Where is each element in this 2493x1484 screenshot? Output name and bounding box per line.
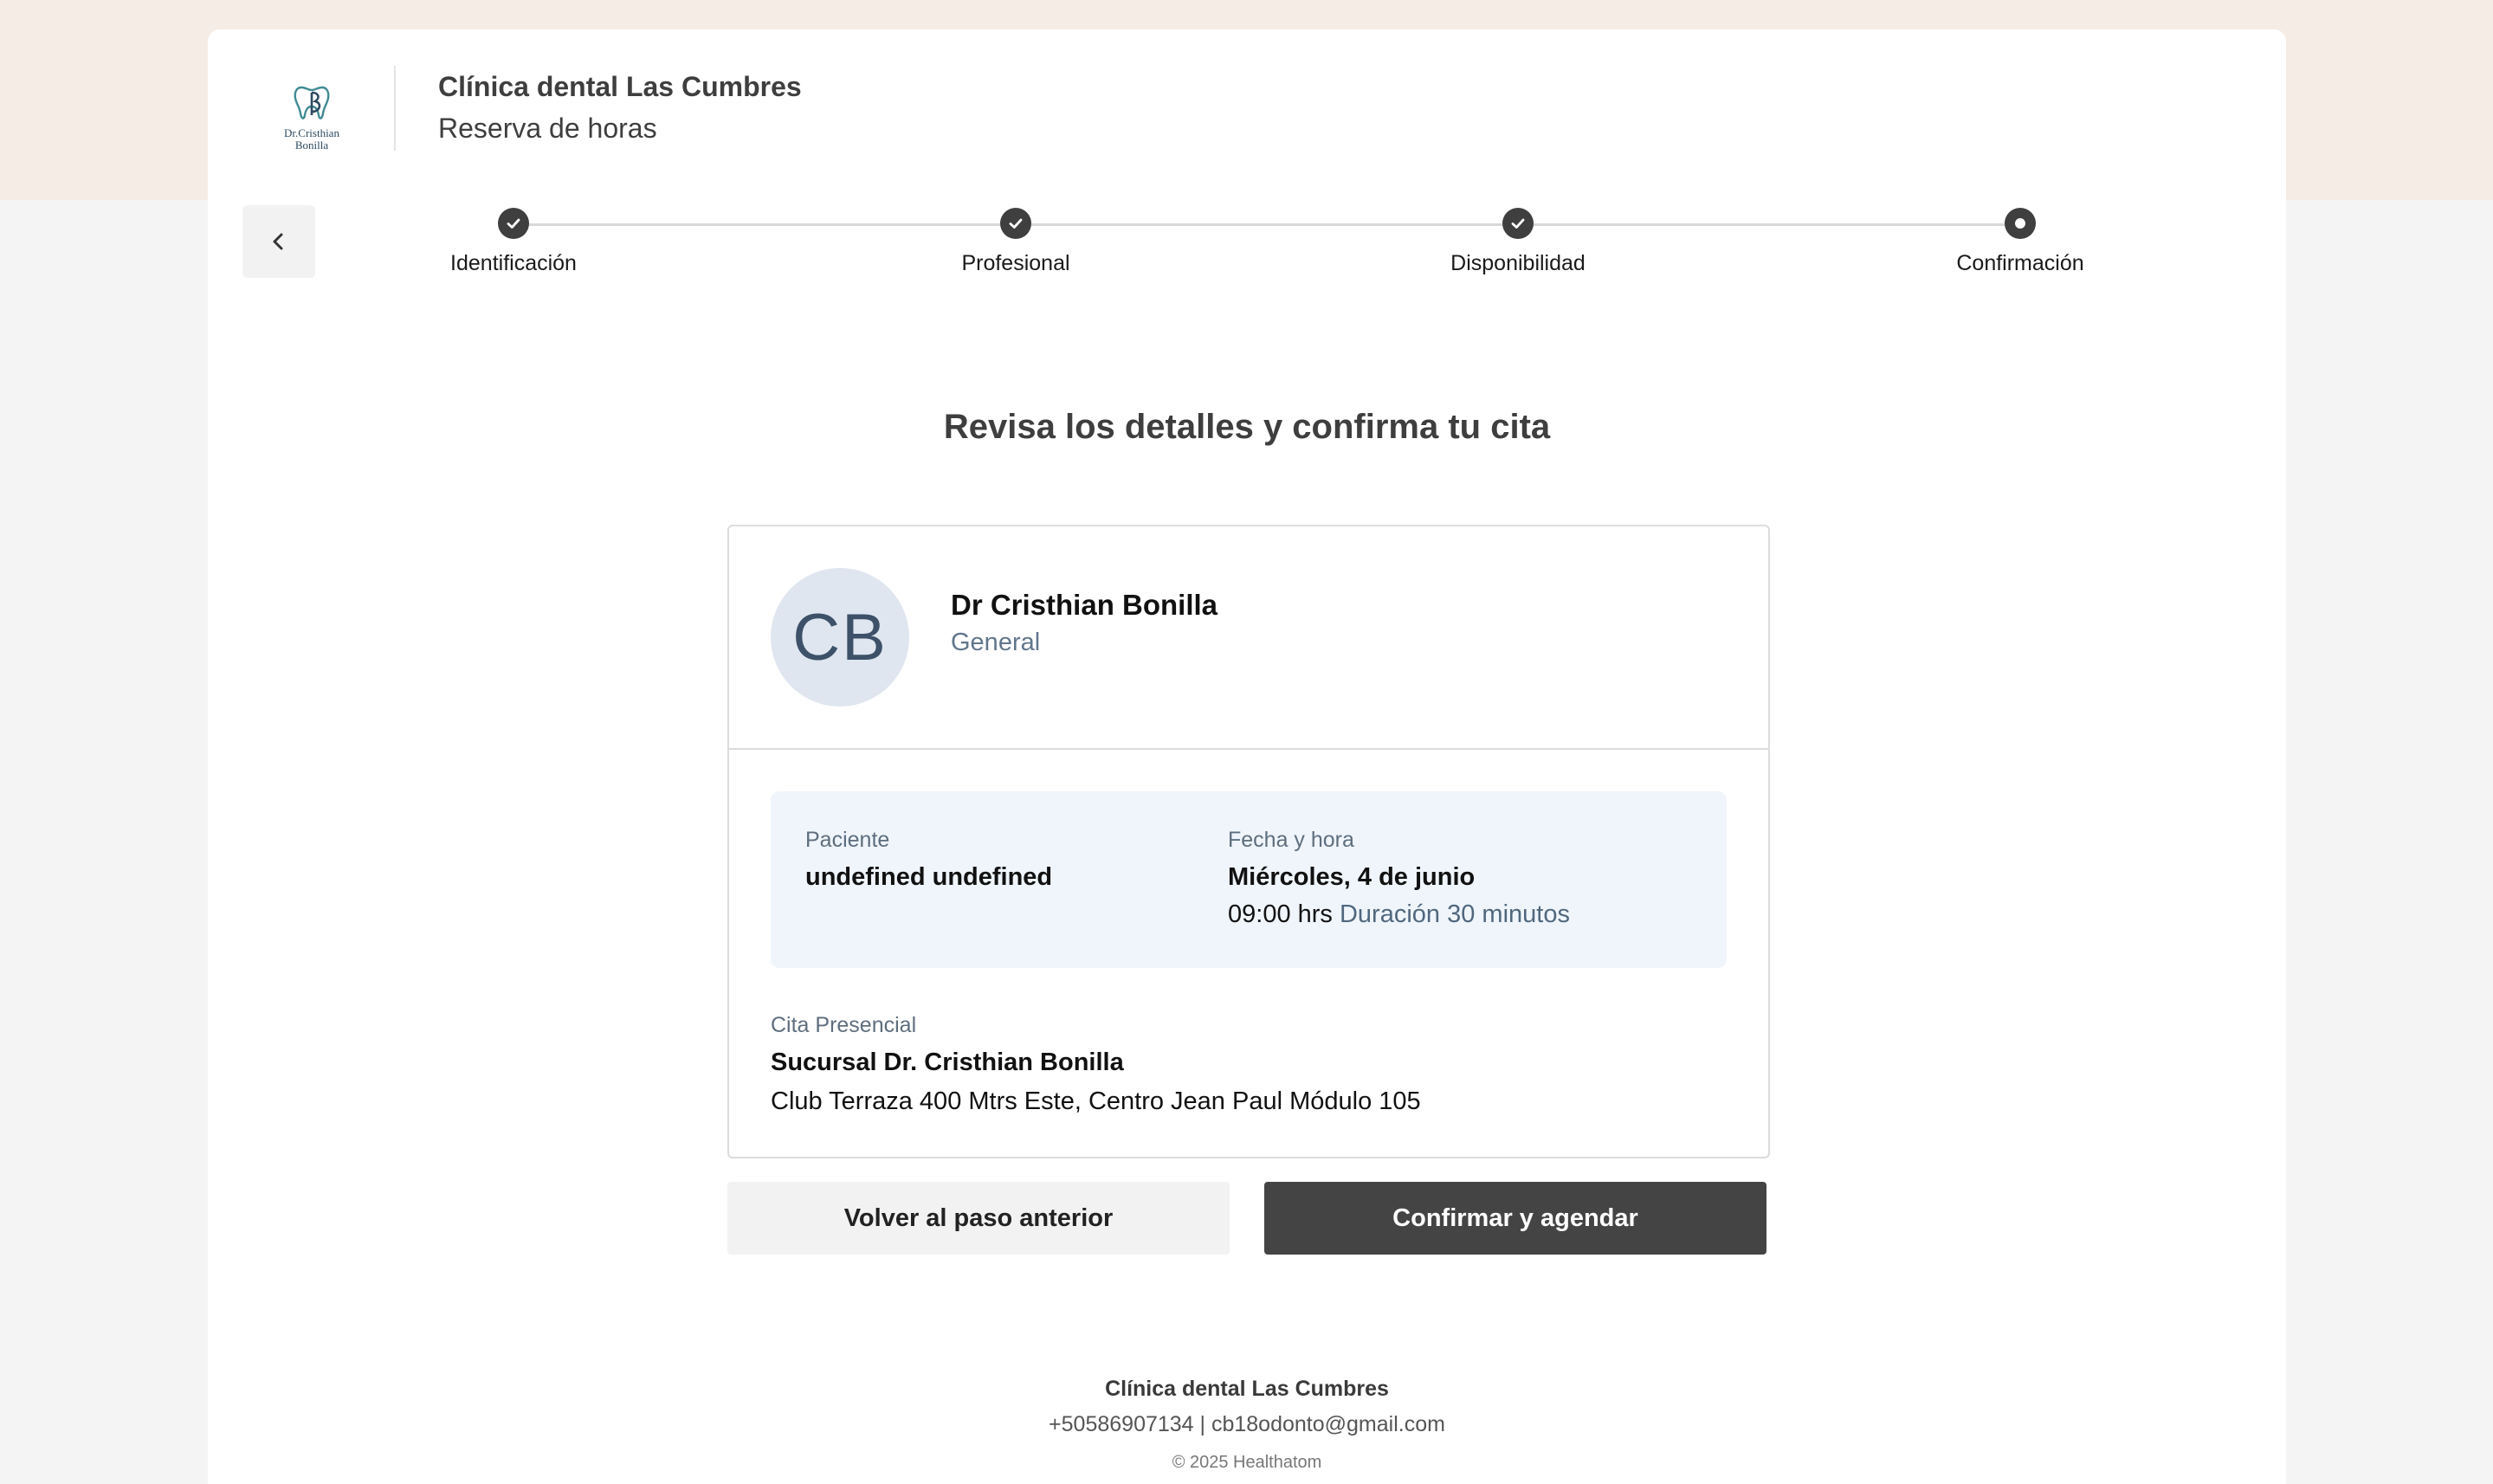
- current-step-icon: [2005, 208, 2036, 239]
- step-label: Confirmación: [1956, 251, 2084, 275]
- patient-info: Paciente undefined undefined: [805, 828, 1052, 892]
- step-label: Disponibilidad: [1450, 251, 1586, 275]
- step-profesional: Profesional: [886, 208, 1146, 276]
- professional-specialty: General: [951, 629, 1041, 656]
- professional-name: Dr Cristhian Bonilla: [951, 589, 1218, 621]
- step-disponibilidad: Disponibilidad: [1388, 208, 1648, 276]
- header-subtitle: Reserva de horas: [438, 113, 657, 144]
- appointment-details: CB Dr Cristhian Bonilla General Paciente…: [727, 525, 1770, 1158]
- booking-card: Dr.Cristhian Bonilla Clínica dental Las …: [208, 29, 2286, 1484]
- location-label: Cita Presencial: [771, 1013, 917, 1037]
- location-address: Club Terraza 400 Mtrs Este, Centro Jean …: [771, 1087, 1421, 1115]
- check-icon: [1502, 208, 1534, 239]
- step-identificacion: Identificación: [384, 208, 643, 276]
- check-icon: [498, 208, 529, 239]
- avatar: CB: [771, 568, 909, 707]
- time-value: 09:00 hrs: [1228, 900, 1333, 928]
- datetime-label: Fecha y hora: [1228, 828, 1354, 852]
- page-title: Revisa los detalles y confirma tu cita: [943, 408, 1551, 446]
- previous-step-button[interactable]: Volver al paso anterior: [727, 1182, 1230, 1255]
- clinic-logo: Dr.Cristhian Bonilla: [268, 73, 355, 159]
- appointment-summary: Paciente undefined undefined Fecha y hor…: [771, 791, 1727, 968]
- location-branch: Sucursal Dr. Cristhian Bonilla: [771, 1048, 1124, 1076]
- time-line: 09:00 hrs Duración 30 minutos: [1228, 900, 1570, 929]
- confirm-button[interactable]: Confirmar y agendar: [1264, 1182, 1766, 1255]
- step-connector: [513, 223, 2020, 226]
- clinic-name: Clínica dental Las Cumbres: [438, 71, 802, 102]
- tooth-icon: [294, 86, 330, 119]
- datetime-info: Fecha y hora Miércoles, 4 de junio 09:00…: [1228, 828, 1570, 929]
- header: Dr.Cristhian Bonilla Clínica dental Las …: [208, 29, 2286, 177]
- patient-label: Paciente: [805, 828, 890, 852]
- patient-value: undefined undefined: [805, 863, 1053, 891]
- footer-contact: +50586907134 | cb18odonto@gmail.com: [1049, 1412, 1445, 1436]
- step-label: Profesional: [961, 251, 1070, 275]
- logo-text: Dr.Cristhian Bonilla: [284, 126, 339, 152]
- chevron-left-icon: [273, 233, 283, 250]
- header-divider: [394, 66, 396, 151]
- footer-clinic-name: Clínica dental Las Cumbres: [1105, 1377, 1389, 1401]
- footer: Clínica dental Las Cumbres +50586907134 …: [208, 1377, 2286, 1473]
- check-icon: [1000, 208, 1031, 239]
- professional-section: CB Dr Cristhian Bonilla General: [729, 526, 1768, 750]
- location-info: Cita Presencial Sucursal Dr. Cristhian B…: [771, 1013, 1421, 1116]
- duration-value: Duración 30 minutos: [1339, 900, 1570, 928]
- footer-copyright: © 2025 Healthatom: [1172, 1453, 1322, 1472]
- date-value: Miércoles, 4 de junio: [1228, 863, 1476, 891]
- step-label: Identificación: [450, 251, 577, 275]
- back-button[interactable]: [242, 205, 315, 278]
- step-confirmacion: Confirmación: [1890, 208, 2150, 276]
